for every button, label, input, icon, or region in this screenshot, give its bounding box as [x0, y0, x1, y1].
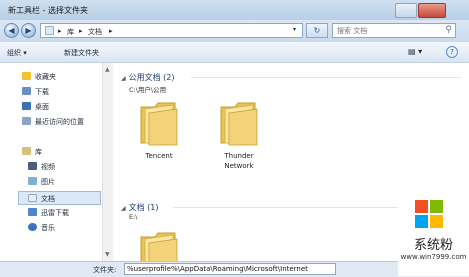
- video-icon: [28, 162, 37, 170]
- folder-item-tencent[interactable]: Tencent: [129, 99, 189, 179]
- folder-icon: [140, 232, 178, 261]
- library-icon: [45, 26, 54, 35]
- folder-icon: [220, 102, 258, 146]
- navigation-pane: 收藏夹 下载 桌面 最近访问的位置 库 视频 图片 文档 迅雷下载 音乐: [0, 63, 103, 261]
- folder-label: 文件夹:: [93, 266, 117, 274]
- arrow-right-icon: ▶: [25, 26, 32, 35]
- chevron-down-icon: ◢: [121, 75, 126, 82]
- help-icon[interactable]: ?: [446, 46, 458, 58]
- group-path: C:\用户\公用: [129, 86, 167, 94]
- breadcrumb-item-library[interactable]: 库: [67, 27, 74, 37]
- view-options-icon[interactable]: ▤ ▾: [408, 47, 422, 56]
- thunder-icon: [28, 208, 37, 216]
- refresh-button[interactable]: ↻: [306, 23, 328, 38]
- sidebar-item-favorites[interactable]: 收藏夹: [22, 72, 56, 84]
- breadcrumb-separator: ▸: [58, 27, 62, 35]
- sidebar-item-music[interactable]: 音乐: [28, 223, 55, 235]
- documents-icon: [28, 194, 37, 202]
- breadcrumb-separator: ▸: [109, 27, 113, 35]
- sidebar-item-recent-places[interactable]: 最近访问的位置: [22, 117, 84, 129]
- window-title: 新工具栏 - 选择文件夹: [8, 6, 88, 15]
- downloads-icon: [22, 87, 31, 95]
- chevron-down-icon[interactable]: ▾: [293, 26, 296, 33]
- sidebar-item-libraries[interactable]: 库: [22, 147, 42, 159]
- recent-places-icon: [22, 117, 31, 125]
- picture-icon: [28, 177, 37, 185]
- forward-button[interactable]: ▶: [21, 23, 36, 38]
- sidebar-item-videos[interactable]: 视频: [28, 162, 55, 174]
- music-icon: [28, 223, 37, 231]
- folder-item-thunder-network[interactable]: Thunder Network: [209, 99, 269, 179]
- folder-label: Tencent: [145, 152, 173, 160]
- windows-logo-icon: [415, 200, 445, 230]
- sidebar-item-downloads[interactable]: 下载: [22, 87, 49, 99]
- sidebar-item-desktop[interactable]: 桌面: [22, 102, 49, 114]
- sidebar-item-thunder-downloads[interactable]: 迅雷下载: [28, 208, 69, 220]
- folder-label: Thunder Network: [224, 152, 254, 170]
- scroll-up-icon[interactable]: ▲: [105, 66, 111, 73]
- folder-icon: [140, 102, 178, 146]
- command-bar: 组织 ▾ 新建文件夹 ▤ ▾ ?: [0, 42, 469, 63]
- chevron-down-icon: ◢: [121, 205, 126, 212]
- back-button[interactable]: ◀: [4, 23, 19, 38]
- library-icon: [22, 147, 31, 155]
- refresh-icon: ↻: [313, 26, 321, 35]
- star-icon: [22, 72, 31, 80]
- group-header-public-documents[interactable]: ◢ 公用文档 (2): [121, 72, 175, 83]
- organize-button[interactable]: 组织 ▾: [7, 48, 27, 58]
- breadcrumb[interactable]: ▸ 库 ▸ 文档 ▸ ▾: [40, 23, 303, 38]
- search-input[interactable]: [333, 24, 442, 37]
- group-header-documents[interactable]: ◢ 文档 (1): [121, 202, 159, 213]
- arrow-left-icon: ◀: [8, 26, 15, 35]
- new-folder-button[interactable]: 新建文件夹: [64, 48, 99, 58]
- title-bar: 新工具栏 - 选择文件夹: [0, 0, 469, 21]
- breadcrumb-item-documents[interactable]: 文档: [88, 27, 102, 37]
- site-watermark: 系统粉 www.win7999.com: [398, 196, 469, 276]
- breadcrumb-separator: ▸: [79, 27, 83, 35]
- search-box: ⚲: [332, 23, 456, 38]
- minimize-button[interactable]: [395, 3, 417, 18]
- close-button[interactable]: [418, 3, 446, 18]
- group-path: E:\: [129, 213, 138, 221]
- search-icon[interactable]: ⚲: [445, 25, 452, 35]
- sidebar-item-documents[interactable]: 文档: [18, 191, 101, 205]
- sidebar-item-pictures[interactable]: 图片: [28, 177, 55, 189]
- folder-path-input[interactable]: [125, 264, 337, 274]
- address-bar: ◀ ▶ ▸ 库 ▸ 文档 ▸ ▾ ↻ ⚲: [0, 20, 469, 42]
- sidebar-scrollbar[interactable]: ▲ ▼: [102, 63, 113, 261]
- watermark-name: 系统粉: [413, 238, 453, 253]
- folder-path-field: [124, 263, 337, 275]
- scroll-down-icon[interactable]: ▼: [105, 251, 111, 258]
- group-divider: [191, 77, 461, 78]
- desktop-icon: [22, 102, 31, 110]
- watermark-url: www.win7999.com: [400, 253, 467, 261]
- folder-item-partial[interactable]: [129, 229, 189, 261]
